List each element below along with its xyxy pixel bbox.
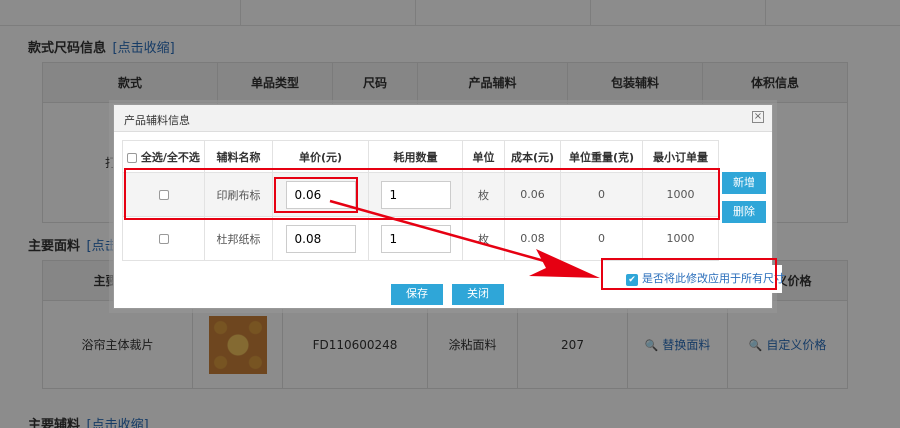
annotation-arrow bbox=[329, 199, 600, 278]
